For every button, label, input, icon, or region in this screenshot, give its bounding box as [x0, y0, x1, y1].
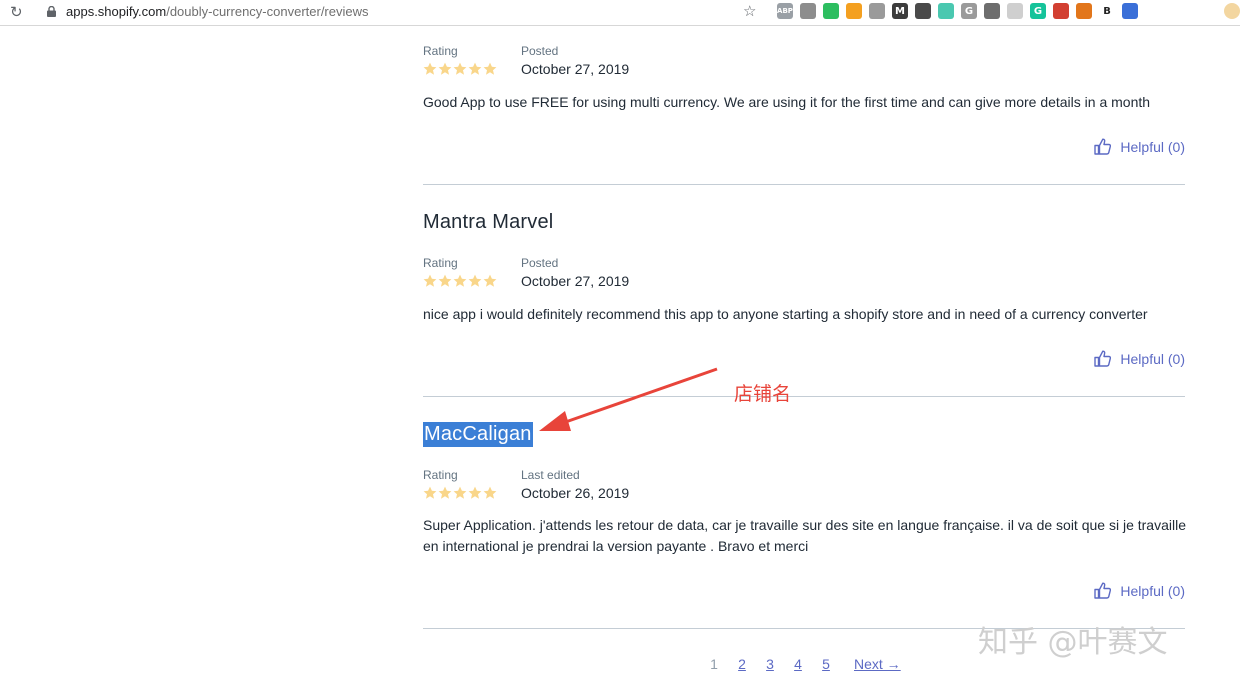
browser-extension-icon[interactable]: G	[961, 3, 977, 19]
browser-extension-icon[interactable]	[823, 3, 839, 19]
review-date: October 26, 2019	[521, 485, 630, 501]
rating-label: Rating	[423, 44, 458, 58]
review-item: Rating Posted October 27, 2019 Good App …	[423, 40, 1185, 184]
reload-icon[interactable]: ↻	[10, 3, 23, 21]
profile-avatar-icon[interactable]	[1224, 3, 1240, 19]
thumbs-up-icon	[1094, 138, 1112, 155]
lock-icon	[47, 6, 56, 17]
rating-label: Rating	[423, 256, 458, 270]
star-icon	[453, 486, 467, 499]
date-label: Last edited	[521, 468, 580, 482]
browser-extension-icon[interactable]	[800, 3, 816, 19]
review-body: nice app i would definitely recommend th…	[423, 306, 1148, 322]
star-icon	[453, 274, 467, 287]
page-link-1: 1	[710, 656, 718, 672]
helpful-label: Helpful (0)	[1120, 350, 1185, 367]
star-icon	[438, 62, 452, 75]
reviewer-name: MacCaligan	[423, 422, 533, 447]
star-rating	[423, 274, 497, 288]
helpful-label: Helpful (0)	[1120, 138, 1185, 155]
helpful-label: Helpful (0)	[1120, 582, 1185, 599]
rating-label: Rating	[423, 468, 458, 482]
star-icon	[423, 486, 437, 499]
star-icon	[423, 62, 437, 75]
star-icon	[468, 62, 482, 75]
browser-extension-icon[interactable]	[1007, 3, 1023, 19]
browser-extension-icon[interactable]: B	[1099, 3, 1115, 19]
star-icon	[483, 274, 497, 287]
browser-extension-icon[interactable]	[846, 3, 862, 19]
review-body: Good App to use FREE for using multi cur…	[423, 94, 1151, 110]
extension-icons: ABP M G G B	[777, 3, 1138, 19]
review-date: October 27, 2019	[521, 273, 630, 289]
page-link-5[interactable]: 5	[812, 656, 840, 672]
browser-extension-icon[interactable]: M	[892, 3, 908, 19]
star-icon	[468, 274, 482, 287]
star-icon	[483, 486, 497, 499]
thumbs-up-icon	[1094, 582, 1112, 599]
browser-extension-icon[interactable]	[984, 3, 1000, 19]
watermark: 知乎 @叶赛文	[978, 625, 1168, 660]
date-label: Posted	[521, 44, 559, 58]
thumbs-up-icon	[1094, 350, 1112, 367]
bookmark-star-icon[interactable]: ☆	[743, 2, 756, 20]
page-link-3[interactable]: 3	[756, 656, 784, 672]
pagination: 1 2 3 4 5 Next →	[700, 656, 901, 672]
url-path: /doubly-currency-converter/reviews	[166, 4, 369, 19]
page-link-2[interactable]: 2	[728, 656, 756, 672]
star-icon	[438, 274, 452, 287]
annotation-arrow	[539, 367, 718, 431]
star-icon	[483, 62, 497, 75]
date-label: Posted	[521, 256, 559, 270]
browser-extension-icon[interactable]	[1076, 3, 1092, 19]
browser-extension-icon[interactable]	[938, 3, 954, 19]
star-icon	[468, 486, 482, 499]
browser-extension-icon[interactable]: ABP	[777, 3, 793, 19]
browser-toolbar: ↻ apps.shopify.com/doubly-currency-conve…	[0, 0, 1240, 26]
browser-extension-icon[interactable]	[869, 3, 885, 19]
divider	[423, 184, 1185, 185]
browser-extension-icon[interactable]: G	[1030, 3, 1046, 19]
reviewer-name: Mantra Marvel	[423, 211, 554, 233]
helpful-button[interactable]: Helpful (0)	[1094, 582, 1185, 599]
star-icon	[438, 486, 452, 499]
browser-extension-icon[interactable]	[1122, 3, 1138, 19]
review-body: Super Application. j'attends les retour …	[423, 517, 1186, 554]
star-rating	[423, 486, 497, 500]
star-rating	[423, 62, 497, 76]
star-icon	[453, 62, 467, 75]
review-item: MacCaligan Rating Last edited October 26…	[423, 422, 1186, 628]
helpful-button[interactable]: Helpful (0)	[1094, 350, 1185, 367]
url-host: apps.shopify.com	[66, 4, 167, 19]
star-icon	[423, 274, 437, 287]
next-page-link[interactable]: Next →	[854, 656, 901, 672]
helpful-button[interactable]: Helpful (0)	[1094, 138, 1185, 155]
browser-extension-icon[interactable]	[1053, 3, 1069, 19]
address-bar[interactable]: apps.shopify.com/doubly-currency-convert…	[66, 4, 369, 19]
browser-extension-icon[interactable]	[915, 3, 931, 19]
review-date: October 27, 2019	[521, 61, 630, 77]
annotation-label: 店铺名	[734, 383, 792, 405]
page-link-4[interactable]: 4	[784, 656, 812, 672]
